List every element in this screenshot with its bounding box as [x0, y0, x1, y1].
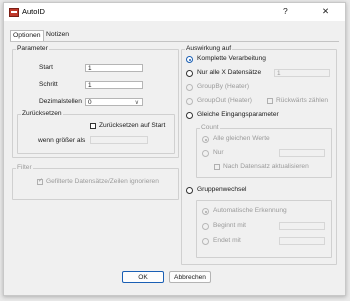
app-icon	[9, 8, 19, 17]
radio-auto-erkennung[interactable]	[202, 208, 209, 215]
auswirkung-group: Auswirkung auf Komplette Verarbeitung Nu…	[181, 45, 337, 265]
title-bar: AutoID ? ✕	[4, 3, 345, 21]
nur-input[interactable]	[279, 149, 325, 157]
dezimalstellen-value: 0	[88, 99, 92, 106]
radio-gleiche-label: Gleiche Eingangsparameter	[197, 111, 279, 118]
radio-groupout[interactable]	[186, 98, 193, 105]
filter-group: Filter Gefilterte Datensätze/Zeilen igno…	[12, 164, 179, 200]
reset-legend: Zurücksetzen	[21, 110, 63, 118]
rueckwaerts-checkbox[interactable]	[267, 98, 273, 104]
parameter-legend: Parameter	[16, 45, 49, 53]
nach-datensatz-label: Nach Datensatz aktualisieren	[223, 163, 309, 170]
endet-mit-input[interactable]	[279, 237, 325, 245]
reset-group: Zurücksetzen Zurücksetzen auf Start wenn…	[17, 110, 175, 154]
close-button[interactable]: ✕	[322, 6, 329, 17]
radio-alle-x-label: Nur alle X Datensätze	[197, 69, 262, 76]
radio-beginnt-mit-label: Beginnt mit	[213, 222, 246, 229]
parameter-group: Parameter Start 1 Schritt 1 Dezimalstell…	[12, 45, 179, 158]
schritt-input[interactable]: 1	[85, 81, 143, 89]
tab-panel-optionen: Parameter Start 1 Schritt 1 Dezimalstell…	[10, 41, 339, 269]
beginnt-mit-input[interactable]	[279, 222, 325, 230]
window-title: AutoID	[22, 7, 45, 16]
reset-greater-label: wenn größer als	[38, 137, 86, 144]
reset-greater-input[interactable]	[90, 136, 148, 144]
filter-legend: Filter	[16, 164, 33, 172]
radio-groupby-label: GroupBy (Heater)	[197, 83, 250, 90]
tab-notizen[interactable]: Notizen	[46, 30, 69, 40]
dezimalstellen-label: Dezimalstellen	[39, 98, 82, 105]
radio-gleiche[interactable]	[186, 112, 193, 119]
radio-alle-gleichen[interactable]	[202, 136, 209, 143]
auswirkung-legend: Auswirkung auf	[185, 45, 233, 53]
gruppenwechsel-group: Automatische Erkennung Beginnt mit Endet…	[196, 200, 332, 258]
start-label: Start	[39, 64, 53, 71]
radio-gruppenwechsel[interactable]	[186, 187, 193, 194]
radio-nur-label: Nur	[213, 149, 224, 156]
radio-endet-mit-label: Endet mit	[213, 237, 241, 244]
rueckwaerts-label: Rückwärts zählen	[276, 97, 329, 104]
radio-nur[interactable]	[202, 150, 209, 157]
count-legend: Count	[200, 124, 220, 132]
ignore-filtered-label: Gefilterte Datensätze/Zeilen ignorieren	[46, 178, 159, 185]
alle-x-input[interactable]: 1	[274, 69, 330, 77]
ok-button[interactable]: OK	[122, 271, 164, 283]
dezimalstellen-select[interactable]: 0 ∨	[85, 98, 143, 106]
count-group: Count Alle gleichen Werte Nur Nach Daten…	[196, 124, 332, 178]
cancel-button[interactable]: Abbrechen	[169, 271, 211, 283]
start-input[interactable]: 1	[85, 64, 143, 72]
radio-gruppenwechsel-label: Gruppenwechsel	[197, 186, 247, 193]
schritt-label: Schritt	[39, 81, 58, 88]
reset-checkbox-label: Zurücksetzen auf Start	[99, 122, 166, 129]
radio-alle-x[interactable]	[186, 70, 193, 77]
radio-auto-erkennung-label: Automatische Erkennung	[213, 207, 287, 214]
nach-datensatz-checkbox[interactable]	[214, 164, 220, 170]
ignore-filtered-checkbox[interactable]	[37, 177, 43, 185]
radio-groupby[interactable]	[186, 84, 193, 91]
radio-komplett-label: Komplette Verarbeitung	[197, 55, 266, 62]
radio-endet-mit[interactable]	[202, 238, 209, 245]
reset-checkbox[interactable]	[90, 123, 96, 129]
radio-beginnt-mit[interactable]	[202, 223, 209, 230]
dialog-footer: OK Abbrechen	[4, 265, 345, 295]
radio-groupout-label: GroupOut (Heater)	[197, 97, 252, 104]
help-button[interactable]: ?	[283, 6, 288, 16]
tab-optionen[interactable]: Optionen	[10, 30, 44, 41]
radio-komplett[interactable]	[186, 56, 193, 63]
chevron-down-icon: ∨	[134, 100, 139, 106]
autoid-dialog: AutoID ? ✕ Optionen Notizen Parameter St…	[3, 2, 346, 296]
radio-alle-gleichen-label: Alle gleichen Werte	[213, 135, 270, 142]
